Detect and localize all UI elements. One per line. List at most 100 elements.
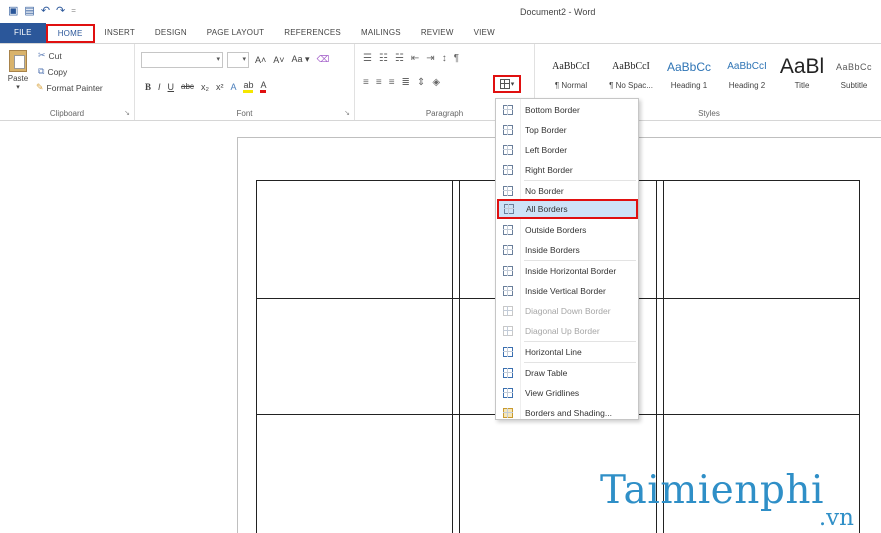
save-icon[interactable]: ▤ bbox=[24, 5, 34, 17]
menu-item-label: Inside Horizontal Border bbox=[525, 266, 617, 276]
menu-item-borders-and-shading[interactable]: Borders and Shading... bbox=[497, 403, 637, 423]
style-normal[interactable]: AaBbCcI ¶ Normal bbox=[541, 54, 601, 90]
subscript-button[interactable]: x₂ bbox=[201, 82, 209, 92]
align-center-icon[interactable]: ≡ bbox=[376, 77, 382, 88]
bullets-icon[interactable]: ☰ bbox=[363, 53, 372, 64]
style-sample: AaBbCc bbox=[835, 62, 873, 72]
font-name-combo[interactable]: ▾ bbox=[141, 52, 223, 68]
tab-references[interactable]: REFERENCES bbox=[274, 23, 351, 43]
menu-item-diagonal-up-border[interactable]: Diagonal Up Border bbox=[497, 321, 637, 341]
menu-item-left-border[interactable]: Left Border bbox=[497, 140, 637, 160]
font-group-label: Font bbox=[236, 109, 253, 118]
menu-item-view-gridlines[interactable]: View Gridlines bbox=[497, 383, 637, 403]
align-right-icon[interactable]: ≡ bbox=[389, 77, 395, 88]
dialog-launcher-icon[interactable]: ↘ bbox=[344, 109, 350, 117]
clipboard-group-label: Clipboard bbox=[49, 109, 85, 118]
format-painter-button[interactable]: ✎ Format Painter bbox=[36, 82, 103, 93]
tab-design[interactable]: DESIGN bbox=[145, 23, 197, 43]
menu-item-right-border[interactable]: Right Border bbox=[497, 160, 637, 180]
tab-file[interactable]: FILE bbox=[0, 23, 46, 43]
paste-button[interactable]: Paste ▾ bbox=[4, 50, 32, 100]
menu-item-inside-borders[interactable]: Inside Borders bbox=[497, 240, 637, 260]
tab-page-layout[interactable]: PAGE LAYOUT bbox=[197, 23, 274, 43]
dialog-launcher-icon[interactable]: ↘ bbox=[124, 109, 130, 117]
paintbrush-icon: ✎ bbox=[36, 82, 44, 92]
style-sample: AaBbCcI bbox=[552, 61, 590, 72]
redo-icon[interactable]: ↷ bbox=[56, 5, 65, 17]
menu-item-inside-horizontal-border[interactable]: Inside Horizontal Border bbox=[497, 261, 637, 281]
undo-icon[interactable]: ↶ bbox=[41, 5, 50, 17]
table-col-divider bbox=[452, 180, 453, 533]
italic-button[interactable]: I bbox=[158, 82, 161, 92]
menu-item-draw-table[interactable]: Draw Table bbox=[497, 363, 637, 383]
diagonal-up-border-icon bbox=[503, 326, 513, 336]
decrease-indent-icon[interactable]: ⇤ bbox=[411, 53, 419, 64]
tab-mailings[interactable]: MAILINGS bbox=[351, 23, 411, 43]
format-painter-label: Format Painter bbox=[46, 82, 103, 93]
multilevel-list-icon[interactable]: ☵ bbox=[395, 53, 404, 64]
highlight-color-button[interactable]: ab bbox=[243, 80, 254, 93]
style-subtitle[interactable]: AaBbCc Subtitle bbox=[829, 54, 879, 90]
all-borders-icon bbox=[504, 204, 514, 214]
menu-item-bottom-border[interactable]: Bottom Border bbox=[497, 100, 637, 120]
cut-button[interactable]: ✂ Cut bbox=[38, 50, 62, 61]
scissors-icon: ✂ bbox=[38, 50, 46, 60]
style-heading-2[interactable]: AaBbCcI Heading 2 bbox=[719, 54, 775, 90]
menu-item-label: Top Border bbox=[525, 125, 567, 135]
menu-item-label: Bottom Border bbox=[525, 105, 580, 115]
tab-review[interactable]: REVIEW bbox=[411, 23, 464, 43]
tab-insert[interactable]: INSERT bbox=[95, 23, 145, 43]
chevron-down-icon: ▾ bbox=[510, 81, 515, 88]
ribbon-tabs: FILE HOME INSERT DESIGN PAGE LAYOUT REFE… bbox=[0, 23, 881, 43]
sort-icon[interactable]: ↕ bbox=[442, 53, 447, 64]
text-effects-button[interactable]: A bbox=[230, 82, 236, 92]
shading-icon[interactable]: ◈ bbox=[432, 77, 440, 88]
clear-formatting-icon[interactable]: ⌫ bbox=[317, 54, 330, 65]
show-formatting-icon[interactable]: ¶ bbox=[454, 53, 459, 64]
menu-item-inside-vertical-border[interactable]: Inside Vertical Border bbox=[497, 281, 637, 301]
menu-item-all-borders[interactable]: All Borders bbox=[497, 199, 638, 219]
left-border-icon bbox=[503, 145, 513, 155]
line-spacing-icon[interactable]: ⇕ bbox=[417, 77, 425, 88]
menu-item-label: Left Border bbox=[525, 145, 568, 155]
menu-item-horizontal-line[interactable]: Horizontal Line bbox=[497, 342, 637, 362]
style-title[interactable]: AaBl Title bbox=[777, 54, 827, 90]
change-case-button[interactable]: Aa ▾ bbox=[292, 54, 310, 65]
menu-item-diagonal-down-border[interactable]: Diagonal Down Border bbox=[497, 301, 637, 321]
shrink-font-button[interactable]: A˅ bbox=[273, 55, 284, 65]
borders-button[interactable]: ▾ bbox=[493, 75, 521, 93]
superscript-button[interactable]: x² bbox=[216, 82, 224, 92]
font-color-button[interactable]: A bbox=[260, 80, 267, 93]
diagonal-down-border-icon bbox=[503, 306, 513, 316]
menu-item-outside-borders[interactable]: Outside Borders bbox=[497, 220, 637, 240]
copy-button[interactable]: ⧉ Copy bbox=[38, 66, 67, 77]
top-border-icon bbox=[503, 125, 513, 135]
font-size-combo[interactable]: ▾ bbox=[227, 52, 249, 68]
style-name: ¶ Normal bbox=[554, 81, 588, 90]
justify-icon[interactable]: ≣ bbox=[402, 77, 410, 88]
underline-button[interactable]: U bbox=[168, 82, 175, 92]
customize-icon[interactable]: = bbox=[71, 5, 76, 17]
gridlines-icon bbox=[503, 388, 513, 398]
align-left-icon[interactable]: ≡ bbox=[363, 77, 369, 88]
tab-view[interactable]: VIEW bbox=[464, 23, 505, 43]
menu-item-label: Outside Borders bbox=[525, 225, 587, 235]
menu-item-no-border[interactable]: No Border bbox=[497, 181, 637, 201]
copy-icon: ⧉ bbox=[38, 66, 45, 76]
paste-label: Paste bbox=[7, 74, 29, 83]
numbering-icon[interactable]: ☷ bbox=[379, 53, 388, 64]
title-bar: ▣ ▤ ↶ ↷ = Document2 - Word bbox=[0, 0, 881, 23]
strikethrough-button[interactable]: abc bbox=[181, 82, 194, 91]
borders-shading-icon bbox=[503, 408, 513, 418]
style-no-spacing[interactable]: AaBbCcI ¶ No Spac... bbox=[601, 54, 661, 90]
grow-font-button[interactable]: A˄ bbox=[255, 55, 266, 65]
increase-indent-icon[interactable]: ⇥ bbox=[426, 53, 434, 64]
paragraph-row-1: ☰ ☷ ☵ ⇤ ⇥ ↕ ¶ bbox=[363, 53, 459, 64]
menu-item-label: Horizontal Line bbox=[525, 347, 582, 357]
style-name: Title bbox=[794, 81, 810, 90]
bold-button[interactable]: B bbox=[145, 82, 151, 92]
style-heading-1[interactable]: AaBbCc Heading 1 bbox=[661, 54, 717, 90]
clipboard-group: Paste ▾ ✂ Cut ⧉ Copy ✎ Format Painter Cl… bbox=[0, 44, 135, 120]
tab-home[interactable]: HOME bbox=[45, 24, 95, 43]
menu-item-top-border[interactable]: Top Border bbox=[497, 120, 637, 140]
